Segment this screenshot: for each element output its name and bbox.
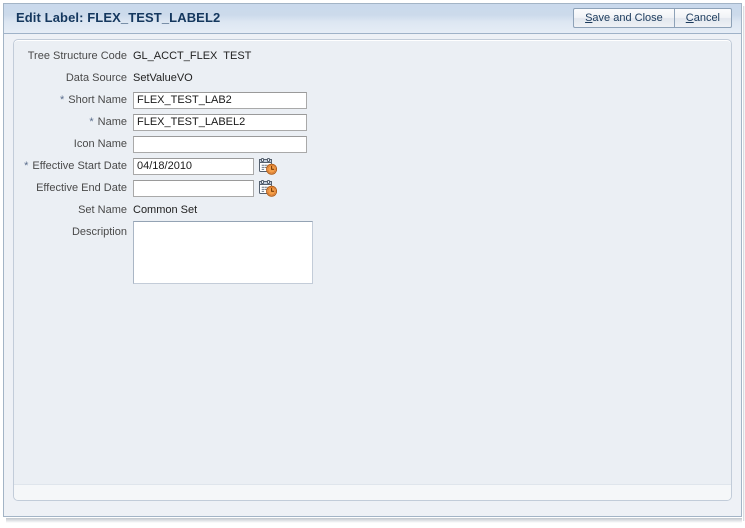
form-row-icon-name: Icon Name bbox=[14, 133, 731, 155]
title-bar: Edit Label: FLEX_TEST_LABEL2 Save and Cl… bbox=[4, 4, 741, 34]
calendar-clock-icon[interactable] bbox=[259, 179, 277, 197]
field-container-effective-start-date bbox=[133, 155, 731, 177]
content-panel: Tree Structure Code GL_ACCT_FLEX TEST Data… bbox=[13, 39, 732, 501]
save-and-close-label: ave and Close bbox=[592, 12, 663, 24]
field-container-short-name bbox=[133, 89, 731, 111]
textarea-description[interactable] bbox=[133, 221, 313, 284]
cancel-label: ancel bbox=[693, 12, 720, 24]
field-container-name bbox=[133, 111, 731, 133]
field-label-name: * Name bbox=[14, 111, 133, 133]
form-row-tree-structure-code: Tree Structure Code GL_ACCT_FLEX TEST bbox=[14, 45, 731, 67]
required-marker: * bbox=[24, 160, 32, 172]
form-row-description: Description bbox=[14, 221, 731, 297]
field-label-data-source: Data Source bbox=[14, 67, 133, 89]
field-label-icon-name: Icon Name bbox=[14, 133, 133, 155]
field-label-effective-start-date: * Effective Start Date bbox=[14, 155, 133, 177]
form-row-data-source: Data Source SetValueVO bbox=[14, 67, 731, 89]
input-effective-end-date[interactable] bbox=[133, 179, 254, 197]
edit-label-form: Tree Structure Code GL_ACCT_FLEX TEST Data… bbox=[14, 45, 731, 297]
field-label-description: Description bbox=[14, 221, 133, 243]
field-label-text: Name bbox=[97, 116, 127, 128]
field-label-text: Effective End Date bbox=[36, 182, 127, 194]
form-row-effective-start-date: * Effective Start Date bbox=[14, 155, 731, 177]
field-container-data-source: SetValueVO bbox=[133, 67, 731, 89]
cancel-button[interactable]: Cancel bbox=[673, 8, 732, 28]
input-icon-name[interactable] bbox=[133, 135, 307, 153]
form-row-name: * Name bbox=[14, 111, 731, 133]
field-label-text: Data Source bbox=[65, 72, 127, 84]
required-marker: * bbox=[59, 94, 68, 106]
required-marker: * bbox=[89, 116, 97, 128]
field-label-text: Icon Name bbox=[73, 138, 127, 150]
field-label-text: Tree Structure Code bbox=[27, 50, 127, 62]
input-name[interactable] bbox=[133, 113, 307, 131]
field-label-text: Set Name bbox=[78, 204, 127, 216]
page-title: Edit Label: FLEX_TEST_LABEL2 bbox=[16, 10, 221, 25]
field-label-effective-end-date: Effective End Date bbox=[14, 177, 133, 199]
field-value-tree-structure-code: GL_ACCT_FLEX TEST bbox=[133, 50, 252, 62]
field-container-set-name: Common Set bbox=[133, 199, 731, 221]
field-container-description bbox=[133, 221, 731, 297]
save-and-close-button[interactable]: Save and Close bbox=[573, 8, 674, 28]
input-short-name[interactable] bbox=[133, 91, 307, 109]
field-label-set-name: Set Name bbox=[14, 199, 133, 221]
panel-footer bbox=[14, 484, 731, 500]
form-row-short-name: * Short Name bbox=[14, 89, 731, 111]
field-label-text: Description bbox=[71, 226, 127, 238]
field-value-data-source: SetValueVO bbox=[133, 72, 193, 84]
window-inner-frame: Edit Label: FLEX_TEST_LABEL2 Save and Cl… bbox=[3, 3, 742, 517]
form-row-set-name: Set Name Common Set bbox=[14, 199, 731, 221]
window-shadow-bottom bbox=[6, 518, 742, 523]
title-bar-button-group: Save and Close Cancel bbox=[573, 8, 732, 28]
field-label-tree-structure-code: Tree Structure Code bbox=[14, 45, 133, 67]
field-container-icon-name bbox=[133, 133, 731, 155]
edit-label-window: Edit Label: FLEX_TEST_LABEL2 Save and Cl… bbox=[0, 0, 745, 528]
calendar-clock-icon[interactable] bbox=[259, 157, 277, 175]
field-label-short-name: * Short Name bbox=[14, 89, 133, 111]
cancel-accelerator: C bbox=[685, 12, 694, 24]
field-label-text: Short Name bbox=[68, 94, 127, 106]
form-row-effective-end-date: Effective End Date bbox=[14, 177, 731, 199]
field-container-tree-structure-code: GL_ACCT_FLEX TEST bbox=[133, 45, 731, 67]
save-and-close-accelerator: S bbox=[585, 12, 593, 24]
input-effective-start-date[interactable] bbox=[133, 157, 254, 175]
field-label-text: Effective Start Date bbox=[32, 160, 127, 172]
field-container-effective-end-date bbox=[133, 177, 731, 199]
field-value-set-name: Common Set bbox=[133, 204, 198, 216]
